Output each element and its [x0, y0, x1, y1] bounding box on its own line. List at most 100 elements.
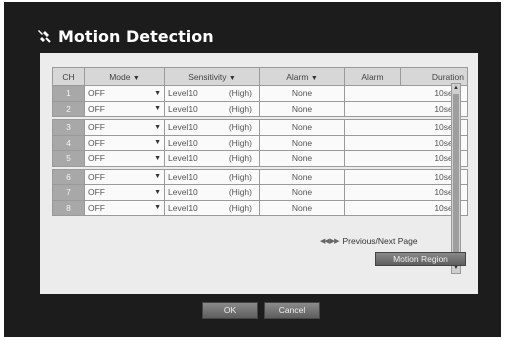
sensitivity-level: (High) — [228, 137, 252, 148]
page-navigation[interactable]: ◀◀ ▶▶ Previous/Next Page — [320, 236, 418, 246]
header-ch: CH — [52, 67, 85, 86]
sensitivity-field[interactable]: Level10 (High) — [164, 150, 260, 167]
sensitivity-field[interactable]: Level10 (High) — [164, 119, 260, 136]
duration-field[interactable]: 10sec — [344, 119, 468, 136]
chevron-down-icon: ▼ — [154, 105, 161, 113]
alarm-field[interactable]: None — [259, 134, 345, 151]
sensitivity-value: Level10 — [168, 88, 198, 99]
scroll-up-icon[interactable]: ▲ — [452, 84, 460, 93]
motion-table: CH Mode ▼ Sensitivity ▼ Alarm ▼ Alarm Du… — [52, 67, 468, 216]
header-sensitivity[interactable]: Sensitivity ▼ — [164, 67, 260, 86]
dropdown-arrow-icon: ▼ — [132, 74, 140, 82]
duration-field[interactable]: 10sec — [344, 134, 468, 151]
mode-dropdown[interactable]: OFF ▼ — [84, 184, 165, 201]
header-mode[interactable]: Mode ▼ — [84, 67, 165, 86]
mode-dropdown[interactable]: OFF ▼ — [84, 119, 165, 136]
mode-dropdown[interactable]: OFF ▼ — [84, 134, 165, 151]
ok-button[interactable]: OK — [202, 302, 258, 319]
duration-field[interactable]: 10sec — [344, 100, 468, 117]
sensitivity-level: (High) — [228, 88, 252, 99]
sensitivity-field[interactable]: Level10 (High) — [164, 100, 260, 117]
table-row: 5 OFF ▼ Level10 (High) None 10sec — [52, 150, 468, 167]
sensitivity-field[interactable]: Level10 (High) — [164, 134, 260, 151]
table-row: 4 OFF ▼ Level10 (High) None 10sec — [52, 134, 468, 151]
mode-dropdown[interactable]: OFF ▼ — [84, 168, 165, 185]
sensitivity-field[interactable]: Level10 (High) — [164, 85, 260, 102]
channel-number: 1 — [52, 85, 85, 102]
channel-number: 4 — [52, 134, 85, 151]
duration-field[interactable]: 10sec — [344, 199, 468, 216]
wrench-icon — [36, 28, 52, 44]
chevron-down-icon: ▼ — [154, 89, 161, 97]
header-alarm-2: Alarm — [344, 67, 401, 86]
mode-dropdown[interactable]: OFF ▼ — [84, 100, 165, 117]
table-row: 2 OFF ▼ Level10 (High) None 10sec — [52, 100, 468, 117]
sensitivity-value: Level10 — [168, 137, 198, 148]
sensitivity-level: (High) — [228, 153, 252, 164]
duration-field[interactable]: 10sec — [344, 168, 468, 185]
alarm-field[interactable]: None — [259, 150, 345, 167]
duration-field[interactable]: 10sec — [344, 150, 468, 167]
mode-value: OFF — [88, 153, 105, 164]
table-row: 6 OFF ▼ Level10 (High) None 10sec — [52, 168, 468, 185]
motion-region-button[interactable]: Motion Region — [375, 252, 466, 266]
channel-number: 5 — [52, 150, 85, 167]
settings-panel: CH Mode ▼ Sensitivity ▼ Alarm ▼ Alarm Du… — [40, 53, 478, 294]
mode-value: OFF — [88, 187, 105, 198]
sensitivity-value: Level10 — [168, 122, 198, 133]
sensitivity-level: (High) — [228, 202, 252, 213]
alarm-field[interactable]: None — [259, 100, 345, 117]
chevron-down-icon: ▼ — [154, 204, 161, 212]
channel-number: 3 — [52, 119, 85, 136]
channel-number: 2 — [52, 100, 85, 117]
table-row: 8 OFF ▼ Level10 (High) None 10sec — [52, 199, 468, 216]
dropdown-arrow-icon: ▼ — [228, 74, 236, 82]
sensitivity-field[interactable]: Level10 (High) — [164, 168, 260, 185]
sensitivity-field[interactable]: Level10 (High) — [164, 199, 260, 216]
chevron-down-icon: ▼ — [154, 188, 161, 196]
dialog-title: Motion Detection — [36, 24, 214, 48]
prev-next-label: Previous/Next Page — [342, 236, 418, 246]
mode-dropdown[interactable]: OFF ▼ — [84, 199, 165, 216]
sensitivity-field[interactable]: Level10 (High) — [164, 184, 260, 201]
alarm-field[interactable]: None — [259, 119, 345, 136]
page-title: Motion Detection — [58, 26, 214, 46]
mode-value: OFF — [88, 202, 105, 213]
duration-field[interactable]: 10sec — [344, 85, 468, 102]
alarm-field[interactable]: None — [259, 184, 345, 201]
dropdown-arrow-icon: ▼ — [310, 74, 318, 82]
chevron-down-icon: ▼ — [154, 123, 161, 131]
dialog-window: Motion Detection CH Mode ▼ Sensitivity ▼… — [4, 2, 501, 337]
duration-field[interactable]: 10sec — [344, 184, 468, 201]
table-row: 1 OFF ▼ Level10 (High) None 10sec — [52, 85, 468, 102]
sensitivity-level: (High) — [228, 122, 252, 133]
mode-dropdown[interactable]: OFF ▼ — [84, 150, 165, 167]
sensitivity-value: Level10 — [168, 103, 198, 114]
chevron-down-icon: ▼ — [154, 154, 161, 162]
channel-number: 8 — [52, 199, 85, 216]
cancel-button[interactable]: Cancel — [264, 302, 320, 319]
mode-value: OFF — [88, 103, 105, 114]
alarm-field[interactable]: None — [259, 85, 345, 102]
sensitivity-value: Level10 — [168, 171, 198, 182]
sensitivity-value: Level10 — [168, 153, 198, 164]
sensitivity-value: Level10 — [168, 187, 198, 198]
scrollbar-thumb[interactable] — [453, 94, 459, 260]
chevron-down-icon: ▼ — [154, 173, 161, 181]
chevron-down-icon: ▼ — [154, 139, 161, 147]
mode-value: OFF — [88, 137, 105, 148]
prev-next-arrows-icon[interactable]: ◀◀ ▶▶ — [320, 237, 340, 245]
sensitivity-level: (High) — [228, 187, 252, 198]
vertical-scrollbar[interactable]: ▲ ▼ — [451, 83, 461, 274]
header-alarm[interactable]: Alarm ▼ — [259, 67, 345, 86]
mode-dropdown[interactable]: OFF ▼ — [84, 85, 165, 102]
sensitivity-level: (High) — [228, 103, 252, 114]
mode-value: OFF — [88, 122, 105, 133]
table-header-row: CH Mode ▼ Sensitivity ▼ Alarm ▼ Alarm Du… — [52, 67, 468, 86]
sensitivity-level: (High) — [228, 171, 252, 182]
mode-value: OFF — [88, 88, 105, 99]
alarm-field[interactable]: None — [259, 199, 345, 216]
alarm-field[interactable]: None — [259, 168, 345, 185]
channel-number: 6 — [52, 168, 85, 185]
sensitivity-value: Level10 — [168, 202, 198, 213]
